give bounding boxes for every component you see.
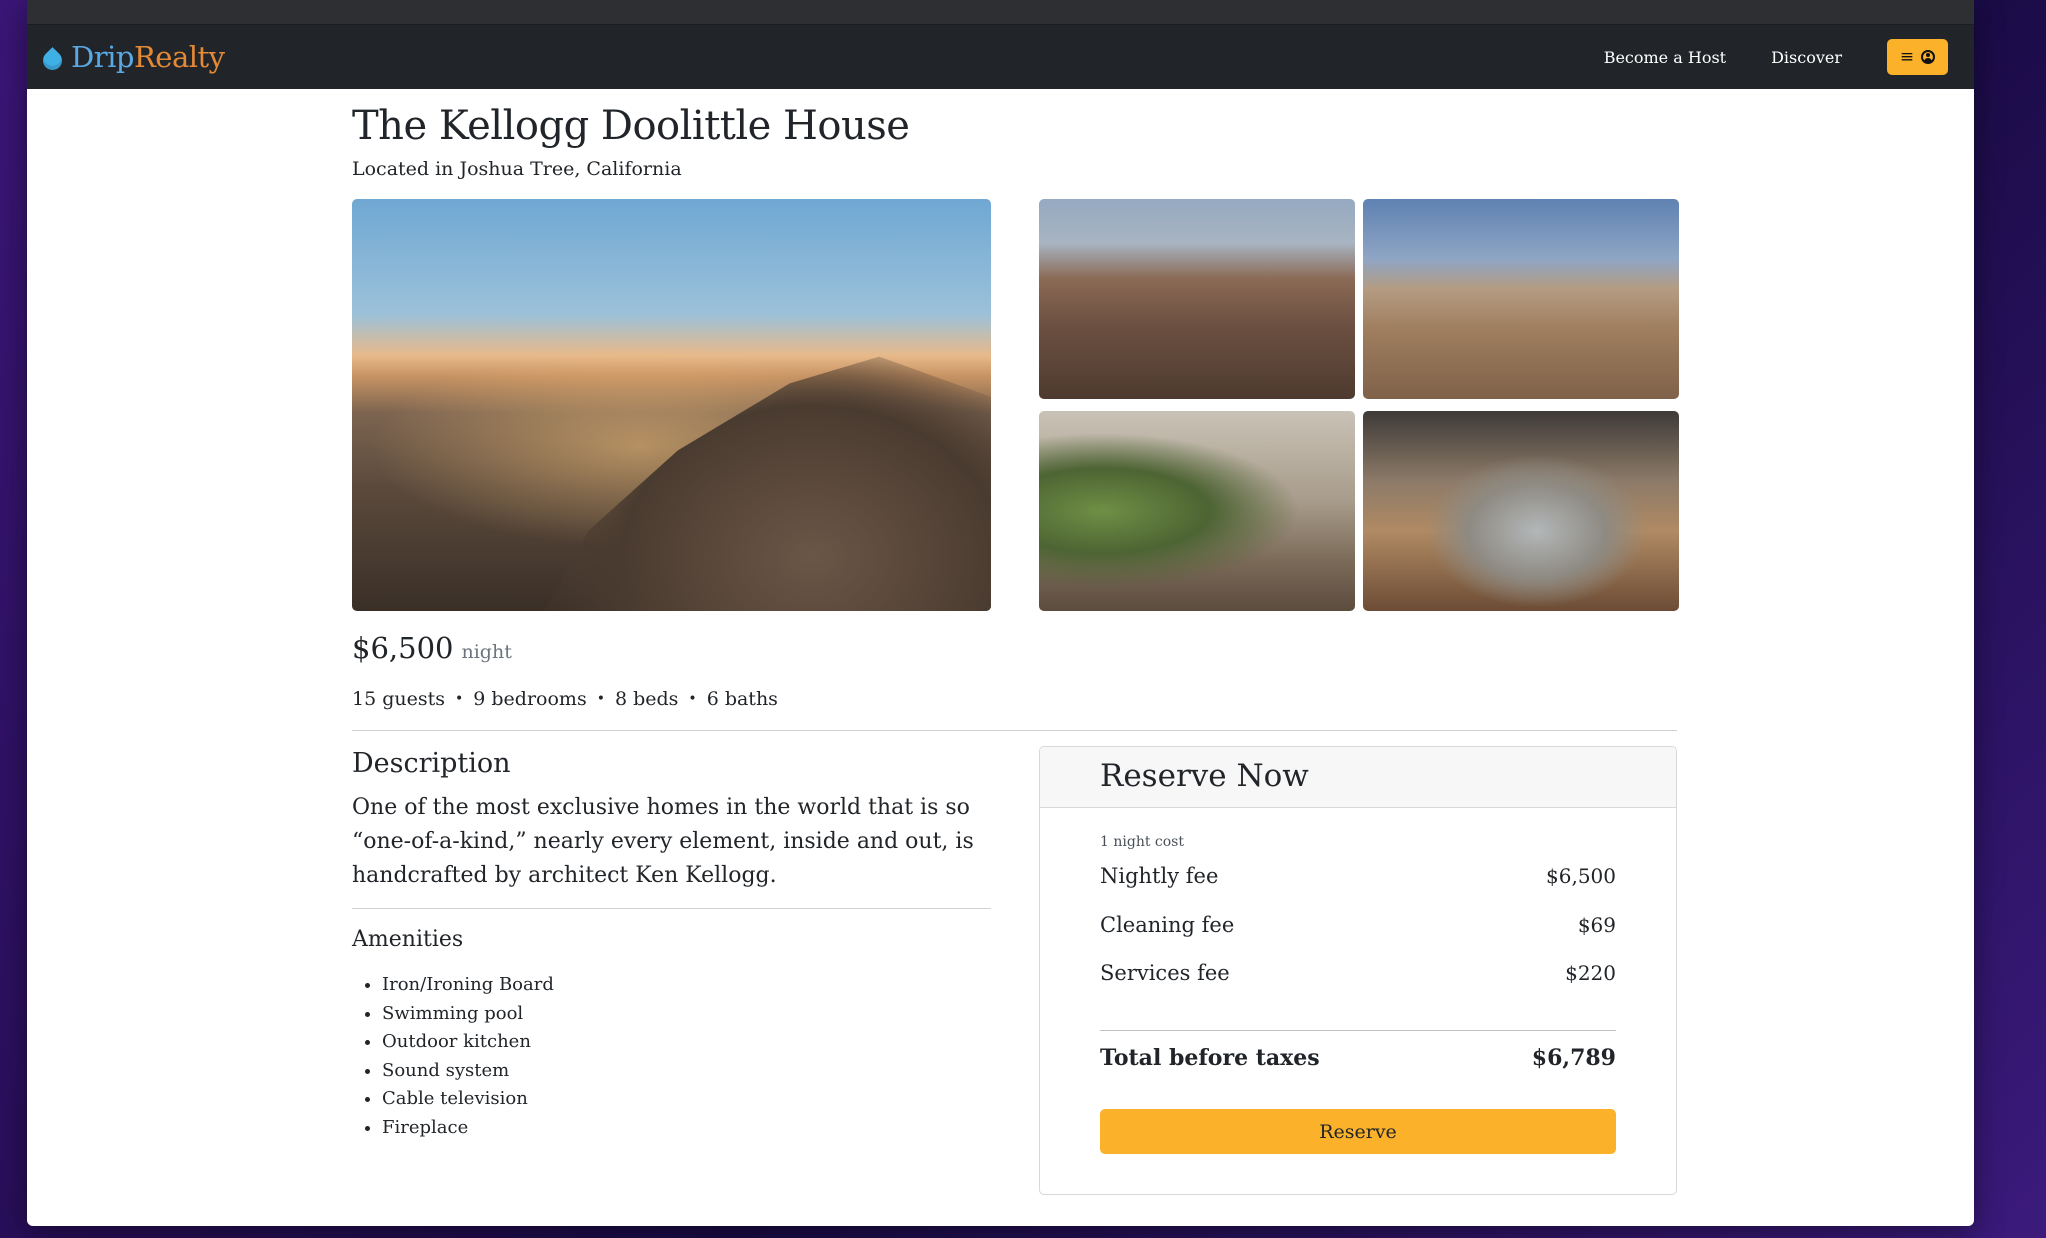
section-divider [352, 730, 1677, 731]
fee-value: $6,500 [1546, 864, 1616, 888]
discover-link[interactable]: Discover [1771, 48, 1842, 67]
total-label: Total before taxes [1100, 1045, 1320, 1071]
photo-alt: Patio with dining table [1363, 199, 1364, 200]
description-heading: Description [352, 748, 511, 779]
photo-alt: Bedroom with panoramic window [1363, 411, 1364, 412]
reserve-card: Reserve Now 1 night cost Nightly fee $6,… [1039, 746, 1677, 1195]
user-circle-icon [1921, 50, 1936, 64]
hamburger-icon: ≡ [1899, 46, 1915, 67]
listing-title: The Kellogg Doolittle House [352, 103, 910, 149]
separator-dot: • [596, 691, 605, 707]
brand-name-drip: Drip [71, 40, 134, 74]
brand-name: DripRealty [71, 40, 225, 74]
amenities-list: Iron/Ironing Board Swimming pool Outdoor… [352, 971, 554, 1142]
reserve-card-header: Reserve Now [1040, 747, 1676, 808]
listing-photo-2[interactable]: Aerial view of house in desert [1039, 199, 1355, 399]
description-divider [352, 908, 991, 909]
amenity-item: Sound system [382, 1057, 554, 1086]
fee-value: $220 [1565, 961, 1616, 985]
listing-photo-4[interactable]: Living room with plants [1039, 411, 1355, 611]
spec-beds: 8 beds [614, 688, 679, 710]
cost-caption: 1 night cost [1100, 834, 1184, 850]
price-row: $6,500 night [352, 631, 512, 665]
water-drop-icon [39, 47, 66, 74]
separator-dot: • [455, 691, 464, 707]
amenity-item: Cable television [382, 1085, 554, 1114]
listing-location: Located in Joshua Tree, California [352, 158, 682, 180]
become-a-host-link[interactable]: Become a Host [1604, 48, 1726, 67]
total-divider [1100, 1030, 1616, 1031]
photo-alt: Exterior at sunset among boulders [352, 199, 353, 200]
nightly-price: $6,500 [352, 631, 454, 665]
amenity-item: Iron/Ironing Board [382, 971, 554, 1000]
listing-photo-main[interactable]: Exterior at sunset among boulders [352, 199, 991, 611]
reserve-title: Reserve Now [1100, 758, 1309, 794]
fee-label: Nightly fee [1100, 864, 1219, 888]
services-fee-row: Services fee $220 [1100, 961, 1616, 985]
amenity-item: Swimming pool [382, 1000, 554, 1029]
spec-bedrooms: 9 bedrooms [473, 688, 587, 710]
browser-window: DripRealty Become a Host Discover ≡ The … [27, 0, 1974, 1226]
total-value: $6,789 [1531, 1045, 1616, 1071]
listing-photo-3[interactable]: Patio with dining table [1363, 199, 1679, 399]
total-row: Total before taxes $6,789 [1100, 1045, 1616, 1071]
amenity-item: Fireplace [382, 1114, 554, 1143]
amenity-item: Outdoor kitchen [382, 1028, 554, 1057]
reserve-button[interactable]: Reserve [1100, 1109, 1616, 1154]
listing-specs: 15 guests • 9 bedrooms • 8 beds • 6 baths [352, 688, 778, 710]
brand-logo[interactable]: DripRealty [39, 25, 225, 89]
amenities-heading: Amenities [352, 927, 464, 952]
nightly-fee-row: Nightly fee $6,500 [1100, 864, 1616, 888]
cleaning-fee-row: Cleaning fee $69 [1100, 913, 1616, 937]
separator-dot: • [688, 691, 697, 707]
navbar: DripRealty Become a Host Discover ≡ [27, 25, 1974, 89]
fee-value: $69 [1577, 913, 1616, 937]
fee-label: Services fee [1100, 961, 1230, 985]
spec-guests: 15 guests [352, 688, 445, 710]
price-unit: night [461, 641, 512, 663]
user-menu-button[interactable]: ≡ [1887, 39, 1948, 75]
fee-label: Cleaning fee [1100, 913, 1235, 937]
description-text: One of the most exclusive homes in the w… [352, 795, 974, 888]
nav-links: Become a Host Discover ≡ [1604, 25, 1948, 89]
photo-alt: Aerial view of house in desert [1039, 199, 1040, 200]
photo-alt: Living room with plants [1039, 411, 1040, 412]
spec-baths: 6 baths [706, 688, 778, 710]
listing-photo-5[interactable]: Bedroom with panoramic window [1363, 411, 1679, 611]
brand-name-realty: Realty [133, 40, 225, 74]
browser-top-strip [27, 0, 1974, 25]
